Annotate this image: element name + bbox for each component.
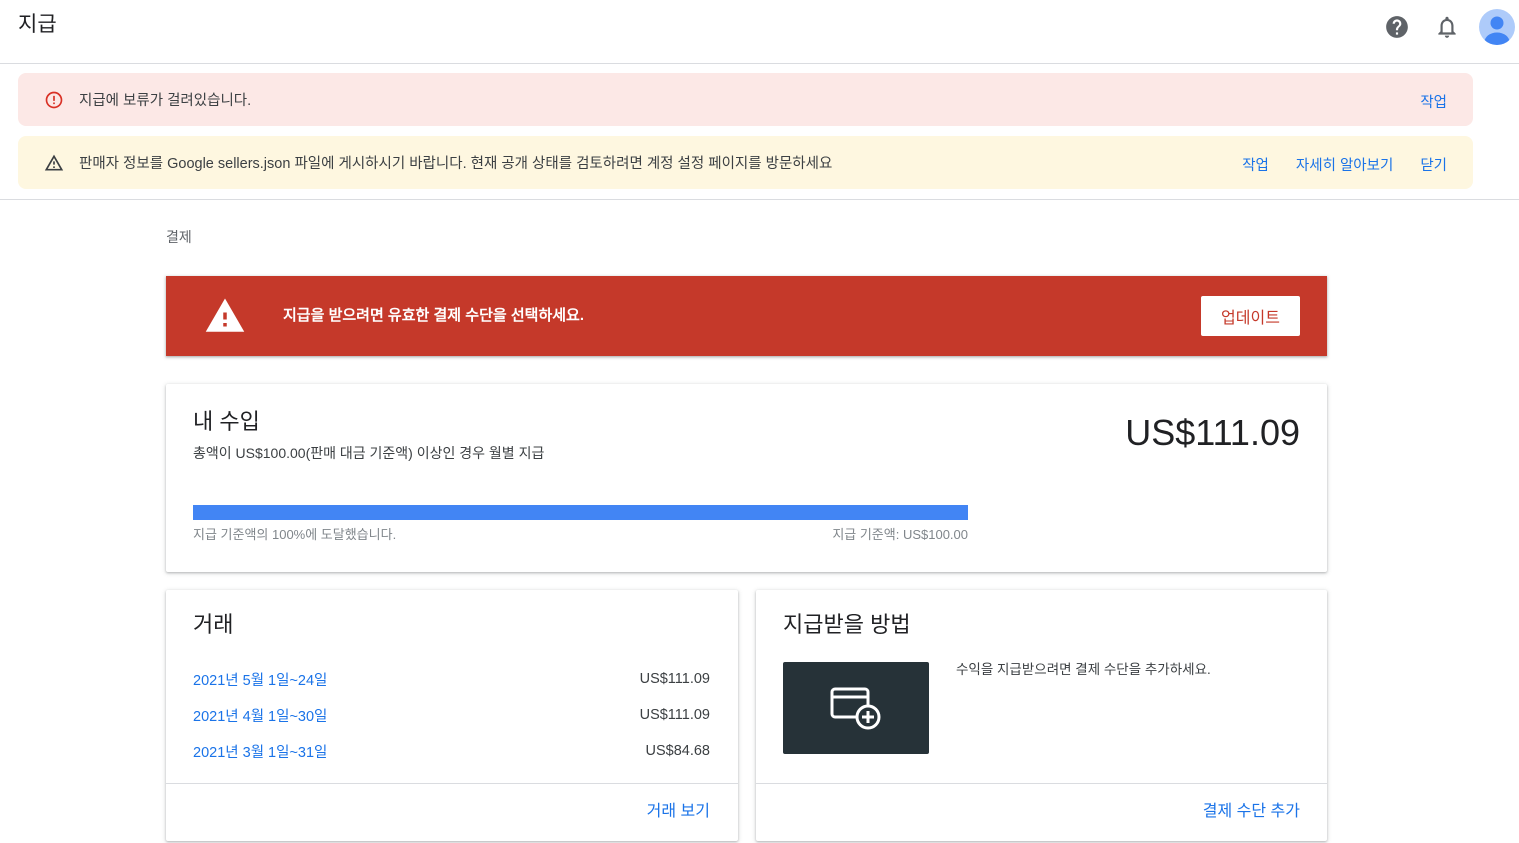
update-button[interactable]: 업데이트 (1201, 296, 1300, 336)
progress-label: 지급 기준액의 100%에 도달했습니다. (193, 527, 397, 542)
payment-method-title: 지급받을 방법 (783, 612, 911, 637)
alert-action-link[interactable]: 작업 (1242, 154, 1269, 175)
transaction-period-link[interactable]: 2021년 4월 1일~30일 (193, 705, 327, 726)
transaction-amount: US$84.68 (645, 743, 711, 759)
earnings-title: 내 수입 (193, 409, 260, 434)
help-icon[interactable] (1384, 14, 1410, 40)
transaction-period-link[interactable]: 2021년 5월 1일~24일 (193, 669, 327, 690)
transaction-amount: US$111.09 (639, 707, 710, 723)
transactions-card: 거래 2021년 5월 1일~24일 US$111.09 2021년 4월 1일… (166, 590, 738, 841)
add-payment-tile[interactable] (783, 662, 929, 754)
card-divider (756, 783, 1327, 784)
transaction-period-link[interactable]: 2021년 3월 1일~31일 (193, 741, 327, 762)
banner-message: 지급을 받으려면 유효한 결제 수단을 선택하세요. (283, 307, 585, 324)
earnings-amount: US$111.09 (1125, 412, 1300, 453)
table-row: 2021년 3월 1일~31일 US$84.68 (193, 733, 710, 769)
add-payment-method-link[interactable]: 결제 수단 추가 (1203, 802, 1300, 822)
section-label: 결제 (166, 229, 192, 245)
payment-method-card: 지급받을 방법 수익을 지급받으려면 결제 수단을 추가하세요. 결제 수단 추… (756, 590, 1327, 841)
threshold-label: 지급 기준액: US$100.00 (832, 527, 968, 542)
payment-method-required-banner: 지급을 받으려면 유효한 결제 수단을 선택하세요. 업데이트 (166, 276, 1327, 356)
sellers-json-alert: 판매자 정보를 Google sellers.json 파일에 게시하시기 바랍… (18, 136, 1473, 189)
progress-fill (193, 505, 968, 520)
transaction-amount: US$111.09 (639, 671, 710, 687)
threshold-progress-bar (193, 505, 968, 520)
alert-actions: 작업 (1420, 89, 1447, 112)
view-transactions-link[interactable]: 거래 보기 (647, 802, 710, 822)
earnings-card: 내 수입 총액이 US$100.00(판매 대금 기준액) 이상인 경우 월별 … (166, 384, 1327, 572)
transactions-list: 2021년 5월 1일~24일 US$111.09 2021년 4월 1일~30… (193, 661, 710, 769)
learn-more-link[interactable]: 자세히 알아보기 (1296, 154, 1393, 175)
notifications-icon[interactable] (1434, 14, 1460, 40)
payment-method-description: 수익을 지급받으려면 결제 수단을 추가하세요. (956, 662, 1211, 677)
table-row: 2021년 5월 1일~24일 US$111.09 (193, 661, 710, 697)
alert-actions: 작업 자세히 알아보기 닫기 (1242, 152, 1447, 175)
progress-labels: 지급 기준액의 100%에 도달했습니다. 지급 기준액: US$100.00 (193, 526, 968, 544)
page-title: 지급 (18, 13, 57, 36)
alert-message: 지급에 보류가 걸려있습니다. (79, 93, 252, 109)
top-app-bar: 지급 (0, 0, 1519, 64)
account-avatar-icon[interactable] (1479, 9, 1515, 45)
page-divider (0, 199, 1519, 200)
transactions-title: 거래 (193, 612, 234, 637)
warning-icon (205, 298, 245, 332)
earnings-subtitle: 총액이 US$100.00(판매 대금 기준액) 이상인 경우 월별 지급 (193, 445, 545, 461)
error-outline-icon (45, 91, 63, 108)
alert-message: 판매자 정보를 Google sellers.json 파일에 게시하시기 바랍… (79, 156, 833, 172)
table-row: 2021년 4월 1일~30일 US$111.09 (193, 697, 710, 733)
card-divider (166, 783, 738, 784)
dismiss-link[interactable]: 닫기 (1420, 154, 1447, 175)
add-card-icon (830, 687, 881, 730)
warning-outline-icon (44, 154, 64, 170)
payment-hold-alert: 지급에 보류가 걸려있습니다. 작업 (18, 73, 1473, 126)
alert-action-link[interactable]: 작업 (1420, 91, 1447, 112)
